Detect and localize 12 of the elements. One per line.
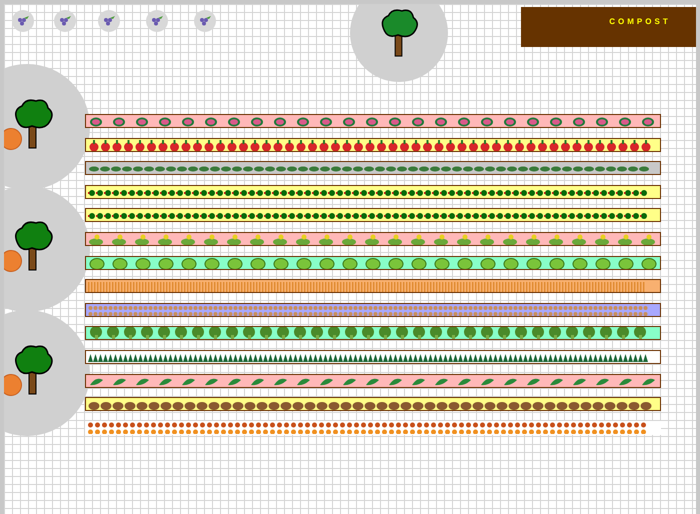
grapes-icon [150,15,164,27]
grapes-icon [16,15,30,27]
grapes-icon [198,15,212,27]
compost-label: COMPOST [609,16,671,28]
fruit-icon [4,128,22,150]
tree-icon [12,98,54,150]
fruit-icon [4,374,22,396]
tree-icon [12,344,54,396]
grapes-icon [102,15,116,27]
fruit-icon [4,250,22,272]
grapes-icon [58,15,72,27]
tree-icon [12,220,54,272]
